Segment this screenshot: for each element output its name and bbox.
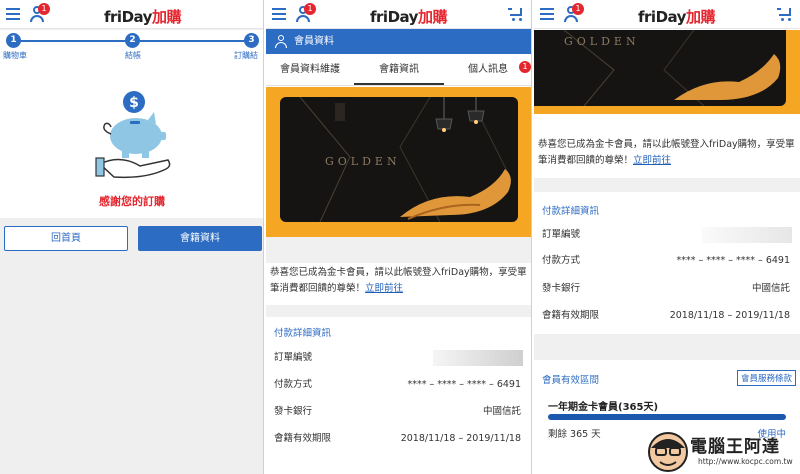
piggy-bank-icon: $ [95, 91, 171, 179]
tab-membership[interactable]: 會籍資訊 [354, 54, 444, 85]
payment-section-title: 付款詳細資訊 [542, 206, 600, 217]
order-number-row: 訂單編號 [534, 222, 800, 248]
order-number-redacted [433, 350, 523, 366]
thanks-section: $ 感謝您的訂購 [0, 60, 263, 218]
validity-row: 會籍有效期限 2018/11/18 – 2019/11/18 [534, 303, 800, 329]
membership-screen: 1 friDay加購 會員資料 會員資料維護 會籍資訊 個人訊息 1 GOLDE… [266, 0, 532, 474]
order-number-redacted [702, 227, 792, 243]
plan-title: 一年期金卡會員(365天) [548, 402, 659, 413]
home-button[interactable]: 回首頁 [4, 226, 128, 251]
membership-info-button[interactable]: 會籍資料 [138, 226, 262, 251]
checkout-result-screen: 1 friDay加購 1 2 3 購物車 結帳 訂購結果 $ 感謝您的訂購 回首… [0, 0, 264, 474]
validity-range: 2018/11/18 – 2019/11/18 [400, 433, 521, 444]
notification-badge: 1 [572, 3, 584, 15]
member-icon [275, 35, 287, 48]
separator [534, 178, 800, 192]
top-bar: 1 friDay加購 [534, 0, 800, 29]
bank-name: 中國信託 [482, 406, 521, 417]
go-now-link[interactable]: 立即前往 [365, 283, 403, 294]
validity-section-title: 會員有效區間 [542, 375, 600, 386]
svg-text:$: $ [129, 95, 139, 111]
friday-logo[interactable]: friDay加購 [370, 6, 447, 27]
validity-range: 2018/11/18 – 2019/11/18 [669, 310, 790, 321]
separator [266, 237, 531, 263]
congrats-message: 恭喜您已成為金卡會員，請以此帳號登入friDay購物，享受單筆消費都回饋的尊榮！… [270, 267, 527, 294]
top-bar: 1 friDay加購 [266, 0, 531, 29]
checkout-progress: 1 2 3 購物車 結帳 訂購結果 [0, 30, 263, 71]
notification-badge: 1 [304, 3, 316, 15]
go-now-link[interactable]: 立即前往 [633, 155, 671, 166]
card-golden-label: GOLDEN [564, 35, 640, 48]
tab-profile[interactable]: 會員資料維護 [266, 54, 354, 85]
order-number-label: 訂單編號 [274, 352, 313, 363]
payment-method-row: 付款方式 **** – **** – **** – 6491 [266, 372, 531, 398]
menu-icon[interactable] [540, 8, 554, 20]
card-golden-label: GOLDEN [325, 155, 401, 168]
friday-logo[interactable]: friDay加購 [104, 6, 181, 27]
site-watermark: 電腦王阿達 http://www.kocpc.com.tw [646, 430, 796, 474]
notification-badge: 1 [38, 3, 50, 15]
card-number-masked: **** – **** – **** – 6491 [676, 255, 790, 266]
watermark-name: 電腦王阿達 [690, 437, 780, 457]
menu-icon[interactable] [272, 8, 286, 20]
terms-button[interactable]: 會員服務條款 [736, 370, 796, 386]
golden-card-image: GOLDEN [280, 97, 518, 222]
membership-screen-scrolled: 1 friDay加購 GOLDEN 恭喜您已成為金卡會員，請以此帳號登入friD… [534, 0, 800, 474]
remaining-progress-bar [548, 414, 786, 420]
payment-method-row: 付款方式 **** – **** – **** – 6491 [534, 248, 800, 274]
messages-badge: 1 [519, 61, 531, 73]
separator [534, 334, 800, 360]
card-number-masked: **** – **** – **** – 6491 [407, 379, 521, 390]
issuing-bank-row: 發卡銀行 中國信託 [266, 399, 531, 425]
member-header-title: 會員資料 [294, 36, 334, 47]
thanks-message: 感謝您的訂購 [99, 195, 165, 208]
cart-icon[interactable] [508, 8, 523, 21]
friday-logo[interactable]: friDay加購 [638, 6, 715, 27]
step-1-dot: 1 [6, 33, 21, 48]
issuing-bank-row: 發卡銀行 中國信託 [534, 276, 800, 302]
congrats-message: 恭喜您已成為金卡會員，請以此帳號登入friDay購物，享受單筆消費都回饋的尊榮！… [538, 139, 795, 166]
validity-row: 會籍有效期限 2018/11/18 – 2019/11/18 [266, 426, 531, 452]
remaining-days: 剩餘 365 天 [548, 429, 601, 440]
watermark-url: http://www.kocpc.com.tw [696, 457, 795, 466]
bank-name: 中國信託 [751, 283, 790, 294]
menu-icon[interactable] [6, 8, 20, 20]
separator [266, 305, 531, 317]
mascot-logo [648, 432, 688, 472]
top-bar: 1 friDay加購 [0, 0, 263, 29]
member-tabs: 會員資料維護 會籍資訊 個人訊息 1 [266, 54, 531, 86]
golden-card-image: GOLDEN [534, 30, 786, 106]
step-3-dot: 3 [244, 33, 259, 48]
card-banner: GOLDEN [266, 87, 531, 237]
payment-section-title: 付款詳細資訊 [274, 328, 332, 339]
step-2-dot: 2 [125, 33, 140, 48]
order-number-row: 訂單編號 [266, 345, 531, 371]
card-banner: GOLDEN [534, 30, 800, 114]
cart-icon[interactable] [777, 8, 792, 21]
member-header: 會員資料 [266, 29, 531, 54]
